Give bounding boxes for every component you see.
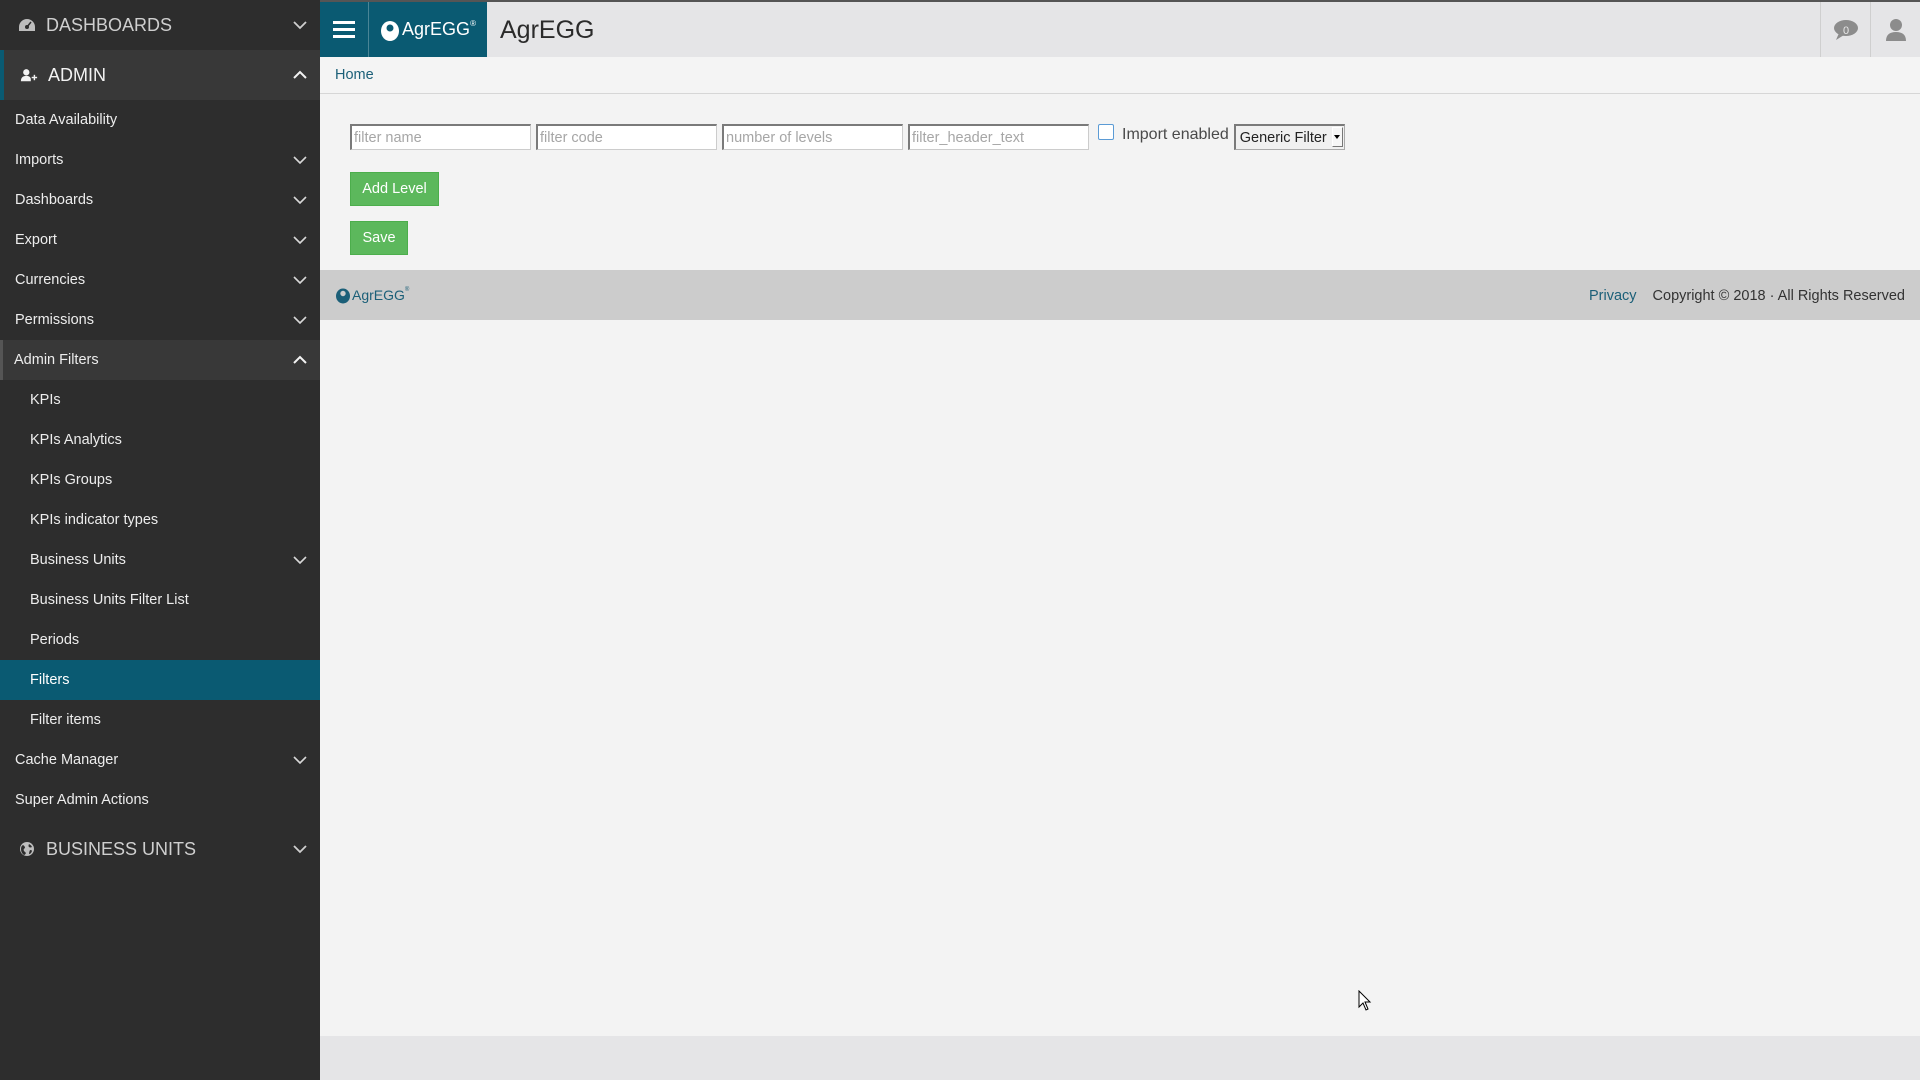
sidebar-item-export[interactable]: Export [0, 220, 320, 260]
sidebar-item-business-units-filter-list[interactable]: Business Units Filter List [0, 580, 320, 620]
bottom-band [320, 1036, 1920, 1080]
user-icon [1885, 18, 1906, 41]
breadcrumb: Home [320, 57, 1920, 94]
sidebar-item-filter-items[interactable]: Filter items [0, 700, 320, 740]
filter-form-row: Import enabled Generic Filter [350, 124, 1345, 150]
sidebar-item-permissions[interactable]: Permissions [0, 300, 320, 340]
sidebar-item-label: Currencies [15, 272, 86, 288]
footer-right: Privacy Copyright © 2018 · All Rights Res… [1589, 288, 1905, 304]
sidebar-item-label: Dashboards [15, 192, 94, 208]
sidebar-item-dashboards[interactable]: Dashboards [0, 180, 320, 220]
sidebar-item-label: Permissions [15, 312, 94, 328]
chevron-down-icon [293, 556, 307, 565]
import-enabled-checkbox[interactable] [1098, 124, 1114, 140]
sidebar-item-super-admin-actions[interactable]: Super Admin Actions [0, 780, 320, 820]
copyright-text: Copyright © 2018 · All Rights Reserved [1652, 288, 1905, 304]
app-title: AgrEGG [500, 16, 595, 44]
globe-icon [18, 841, 36, 857]
sidebar-item-business-units[interactable]: Business Units [0, 540, 320, 580]
brand-name: AgrEGG [402, 19, 471, 39]
sidebar-item-kpis-indicator-types[interactable]: KPIs indicator types [0, 500, 320, 540]
registered-mark: ® [404, 287, 410, 293]
sidebar-section-dashboards[interactable]: DASHBOARDS [0, 0, 320, 50]
sidebar-item-label: KPIs Groups [30, 472, 113, 488]
chevron-down-icon [293, 156, 307, 165]
filter-code-input[interactable] [536, 124, 717, 150]
sidebar-item-label: Filter items [30, 712, 101, 728]
sidebar-item-label: Business Units Filter List [30, 592, 189, 608]
dashboard-icon [18, 17, 36, 33]
message-count: 0 [1843, 25, 1850, 37]
chevron-up-icon [293, 70, 307, 79]
hamburger-line [333, 35, 355, 38]
top-header: AgrEGG ® AgrEGG 0 [320, 0, 1920, 57]
sidebar-item-label: Super Admin Actions [15, 792, 149, 808]
add-level-button[interactable]: Add Level [350, 172, 439, 206]
mouse-cursor-icon [1358, 990, 1372, 1011]
sidebar-section-business-units[interactable]: BUSINESS UNITS [0, 824, 320, 874]
sidebar-section-label: DASHBOARDS [46, 14, 173, 35]
sidebar-item-label: Imports [15, 152, 64, 168]
sidebar-item-label: KPIs [30, 392, 61, 408]
sidebar-item-imports[interactable]: Imports [0, 140, 320, 180]
sidebar-item-data-availability[interactable]: Data Availability [0, 100, 320, 140]
sidebar-item-label: Business Units [30, 552, 126, 568]
footer-brand: AgrEGG [352, 287, 405, 303]
hamburger-line [333, 21, 355, 24]
sidebar-item-currencies[interactable]: Currencies [0, 260, 320, 300]
chevron-down-icon [293, 276, 307, 285]
sidebar-item-filters[interactable]: Filters [0, 660, 320, 700]
sidebar-item-kpis[interactable]: KPIs [0, 380, 320, 420]
sidebar-item-label: KPIs indicator types [30, 512, 159, 528]
hamburger-menu-button[interactable] [320, 2, 369, 57]
privacy-link[interactable]: Privacy [1589, 288, 1637, 304]
sidebar-item-admin-filters[interactable]: Admin Filters [0, 340, 320, 380]
sidebar-item-cache-manager[interactable]: Cache Manager [0, 740, 320, 780]
chevron-down-icon [293, 236, 307, 245]
filter-type-select[interactable]: Generic Filter [1233, 124, 1345, 150]
breadcrumb-home-link[interactable]: Home [335, 67, 374, 83]
footer-logo: AgrEGG ® [335, 286, 409, 304]
user-plus-icon [20, 67, 38, 83]
filter-name-input[interactable] [350, 124, 531, 150]
registered-mark: ® [470, 19, 476, 28]
sidebar-item-kpis-analytics[interactable]: KPIs Analytics [0, 420, 320, 460]
brand-logo[interactable]: AgrEGG ® [369, 2, 487, 57]
filter-type-selected: Generic Filter [1239, 129, 1327, 146]
sidebar-item-kpis-groups[interactable]: KPIs Groups [0, 460, 320, 500]
sidebar-item-periods[interactable]: Periods [0, 620, 320, 660]
footer: AgrEGG ® Privacy Copyright © 2018 · All Ri… [320, 270, 1920, 320]
user-menu-button[interactable] [1870, 2, 1920, 57]
sidebar-item-label: Admin Filters [14, 352, 99, 368]
dropdown-arrow-icon [1331, 127, 1343, 147]
chevron-down-icon [293, 196, 307, 205]
chevron-down-icon [293, 316, 307, 325]
sidebar-item-label: Export [15, 232, 57, 248]
egg-logo-icon [381, 20, 400, 41]
sidebar-section-label: BUSINESS UNITS [46, 838, 197, 859]
sidebar-section-admin[interactable]: ADMIN [0, 50, 320, 100]
messages-button[interactable]: 0 [1820, 2, 1870, 57]
sidebar-item-label: Data Availability [15, 112, 118, 128]
sidebar-section-label: ADMIN [48, 64, 106, 85]
chevron-down-icon [293, 21, 307, 30]
egg-logo-icon [336, 288, 350, 304]
sidebar-item-label: Cache Manager [15, 752, 119, 768]
number-of-levels-input[interactable] [722, 124, 903, 150]
chevron-down-icon [293, 756, 307, 765]
hamburger-line [333, 28, 355, 31]
sidebar-item-label: Filters [30, 672, 70, 688]
save-button[interactable]: Save [350, 221, 408, 255]
chevron-down-icon [293, 845, 307, 854]
filter-header-text-input[interactable] [908, 124, 1089, 150]
sidebar-item-label: Periods [30, 632, 80, 648]
sidebar: DASHBOARDS ADMIN Data Availability Impor… [0, 0, 320, 1080]
chevron-up-icon [293, 355, 307, 364]
sidebar-item-label: KPIs Analytics [30, 432, 122, 448]
import-enabled-label: Import enabled [1122, 126, 1229, 143]
